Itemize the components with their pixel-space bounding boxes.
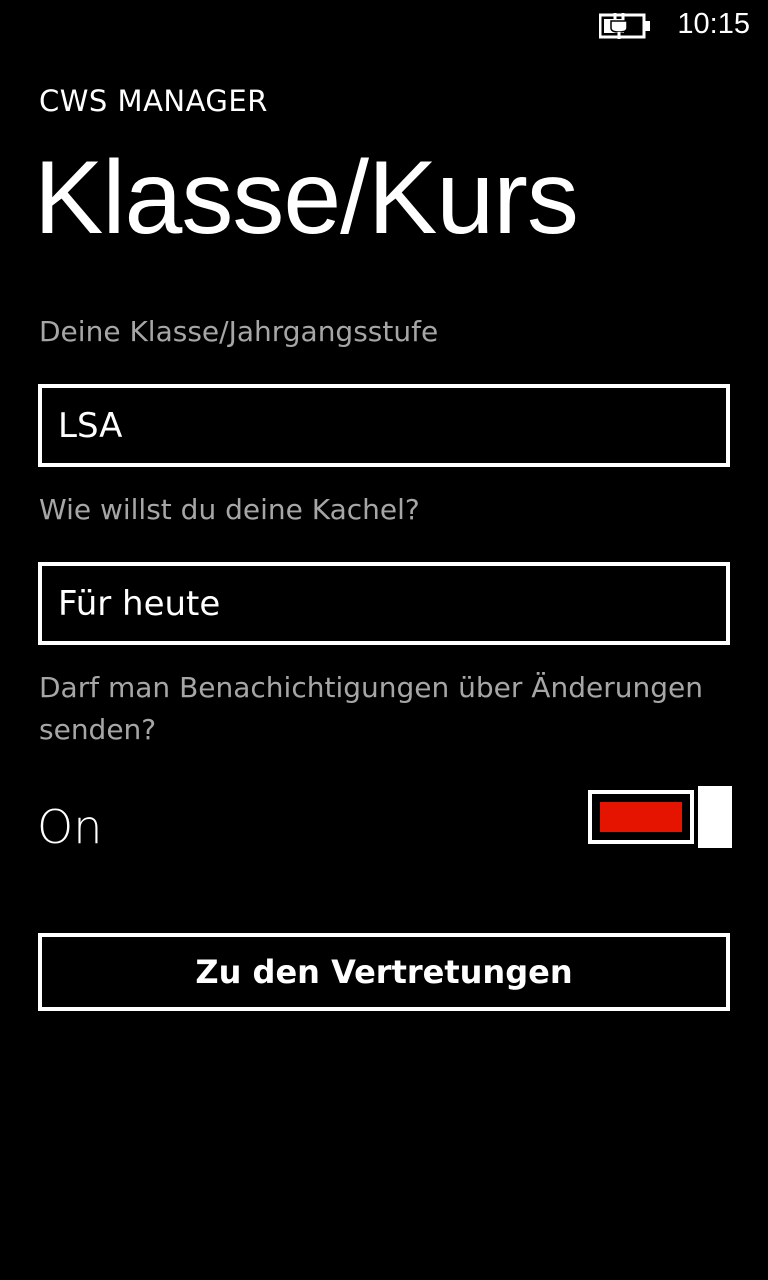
notifications-field-label: Darf man Benachichtigungen über Änderung… (39, 671, 703, 746)
class-input[interactable]: LSA (38, 384, 730, 467)
class-input-value: LSA (58, 405, 123, 446)
status-bar: 10:15 (0, 0, 768, 50)
go-to-substitutions-button[interactable]: Zu den Vertretungen (38, 933, 730, 1011)
tile-picker[interactable]: Für heute (38, 562, 730, 645)
toggle-thumb[interactable] (698, 786, 732, 848)
notifications-toggle[interactable] (588, 786, 732, 848)
toggle-track (588, 790, 694, 844)
tile-picker-value: Für heute (58, 583, 221, 624)
status-time: 10:15 (677, 8, 750, 40)
page-title: Klasse/Kurs (34, 140, 579, 256)
battery-charging-icon (599, 13, 650, 39)
notifications-toggle-state: On (37, 800, 103, 854)
app-name: CWS MANAGER (39, 84, 268, 118)
toggle-fill (600, 802, 682, 832)
tile-field-label: Wie willst du deine Kachel? (39, 493, 420, 526)
class-field-label: Deine Klasse/Jahrgangsstufe (39, 315, 439, 348)
